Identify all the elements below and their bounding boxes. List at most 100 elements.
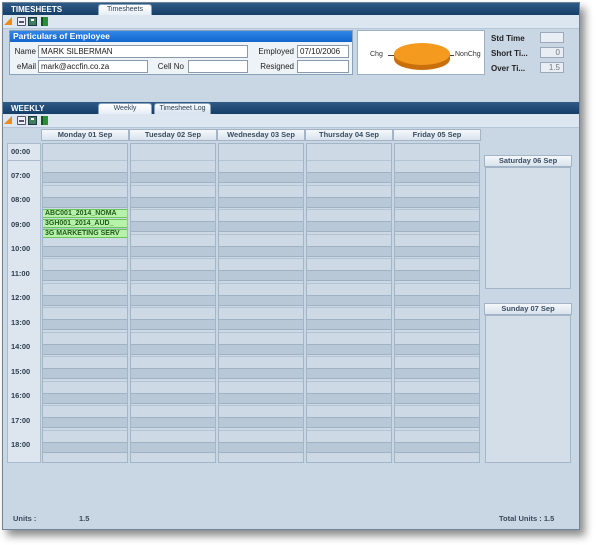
day-header-friday: Friday 05 Sep [393,129,481,141]
half-hour-slot[interactable] [131,368,215,379]
hour-row-line [131,282,215,284]
half-hour-slot[interactable] [43,270,127,281]
half-hour-slot[interactable] [395,294,479,306]
day-column-sunday[interactable] [485,315,571,463]
print-icon[interactable] [17,17,26,26]
appointment-item[interactable]: 3G MARKETING SERV [43,229,127,238]
half-hour-slot[interactable] [43,392,127,404]
save-icon[interactable] [28,17,37,26]
appointment-item[interactable]: 3GH001_2014_AUD_ [43,219,127,228]
half-hour-slot[interactable] [131,172,215,183]
tab-timesheets[interactable]: Timesheets [98,4,152,15]
half-hour-slot[interactable] [307,196,391,208]
half-hour-slot[interactable] [43,319,127,330]
half-hour-slot[interactable] [395,392,479,404]
half-hour-slot[interactable] [43,343,127,355]
half-hour-slot[interactable] [307,172,391,183]
half-hour-slot[interactable] [219,417,303,428]
half-hour-slot[interactable] [307,270,391,281]
hour-row-line [131,429,215,431]
hour-row-line [219,233,303,235]
day-column-saturday[interactable] [485,167,571,289]
half-hour-slot[interactable] [307,392,391,404]
tab-timesheet-log[interactable]: Timesheet Log [154,103,211,114]
short-time-field[interactable]: 0 [540,47,564,58]
half-hour-slot[interactable] [131,441,215,453]
half-hour-slot[interactable] [219,392,303,404]
half-hour-slot[interactable] [131,319,215,330]
half-hour-slot[interactable] [43,417,127,428]
half-hour-slot[interactable] [43,368,127,379]
half-hour-slot[interactable] [43,294,127,306]
save-icon[interactable] [28,116,37,125]
half-hour-slot[interactable] [395,368,479,379]
half-hour-slot[interactable] [219,172,303,183]
half-hour-slot[interactable] [131,343,215,355]
half-hour-slot[interactable] [307,294,391,306]
half-hour-slot[interactable] [219,319,303,330]
hour-row-line [219,331,303,333]
half-hour-slot[interactable] [131,270,215,281]
half-hour-slot[interactable] [131,245,215,257]
half-hour-slot[interactable] [43,245,127,257]
appointment-item[interactable]: ABC001_2014_NOMA [43,209,127,218]
half-hour-slot[interactable] [219,368,303,379]
half-hour-slot[interactable] [307,441,391,453]
half-hour-slot[interactable] [395,441,479,453]
half-hour-slot[interactable] [395,221,479,232]
print-icon[interactable] [17,116,26,125]
half-hour-slot[interactable] [395,319,479,330]
day-column-wednesday[interactable] [218,143,304,463]
std-time-field[interactable] [540,32,564,43]
hour-row-line [395,184,479,186]
half-hour-slot[interactable] [219,221,303,232]
tab-weekly[interactable]: Weekly [98,103,152,114]
half-hour-slot[interactable] [307,368,391,379]
half-hour-slot[interactable] [131,294,215,306]
day-column-tuesday[interactable] [130,143,216,463]
half-hour-slot[interactable] [131,392,215,404]
half-hour-slot[interactable] [131,417,215,428]
half-hour-slot[interactable] [131,196,215,208]
half-hour-slot[interactable] [395,343,479,355]
half-hour-slot[interactable] [219,343,303,355]
name-field[interactable]: MARK SILBERMAN [38,45,248,58]
hour-row-line [395,405,479,406]
half-hour-slot[interactable] [395,172,479,183]
half-hour-slot[interactable] [395,417,479,428]
time-label: 09:00 [11,220,31,229]
cellno-field[interactable] [188,60,248,73]
day-column-thursday[interactable] [306,143,392,463]
resigned-field[interactable] [297,60,349,73]
day-column-friday[interactable] [394,143,480,463]
half-hour-slot[interactable] [395,270,479,281]
half-hour-slot[interactable] [43,196,127,208]
book-icon[interactable] [41,116,48,125]
over-time-field[interactable]: 1.5 [540,62,564,73]
half-hour-slot[interactable] [131,221,215,232]
half-hour-slot[interactable] [307,417,391,428]
half-hour-slot[interactable] [307,221,391,232]
hour-row-line [219,429,303,431]
hour-row-line [395,331,479,333]
half-hour-slot[interactable] [43,172,127,183]
half-hour-slot[interactable] [219,294,303,306]
half-hour-slot[interactable] [219,441,303,453]
half-hour-slot[interactable] [395,245,479,257]
half-hour-slot[interactable] [219,270,303,281]
day-column-monday[interactable] [42,143,128,463]
employee-panel: Particulars of Employee Name MARK SILBER… [9,30,353,75]
day-header-sunday: Sunday 07 Sep [484,303,572,315]
day-header-saturday: Saturday 06 Sep [484,155,572,167]
employed-field[interactable]: 07/10/2006 [297,45,349,58]
half-hour-slot[interactable] [219,196,303,208]
half-hour-slot[interactable] [307,319,391,330]
hour-row-line [395,233,479,235]
half-hour-slot[interactable] [395,196,479,208]
half-hour-slot[interactable] [43,441,127,453]
email-field[interactable]: mark@accfin.co.za [38,60,148,73]
half-hour-slot[interactable] [307,245,391,257]
book-icon[interactable] [41,17,48,26]
half-hour-slot[interactable] [307,343,391,355]
half-hour-slot[interactable] [219,245,303,257]
